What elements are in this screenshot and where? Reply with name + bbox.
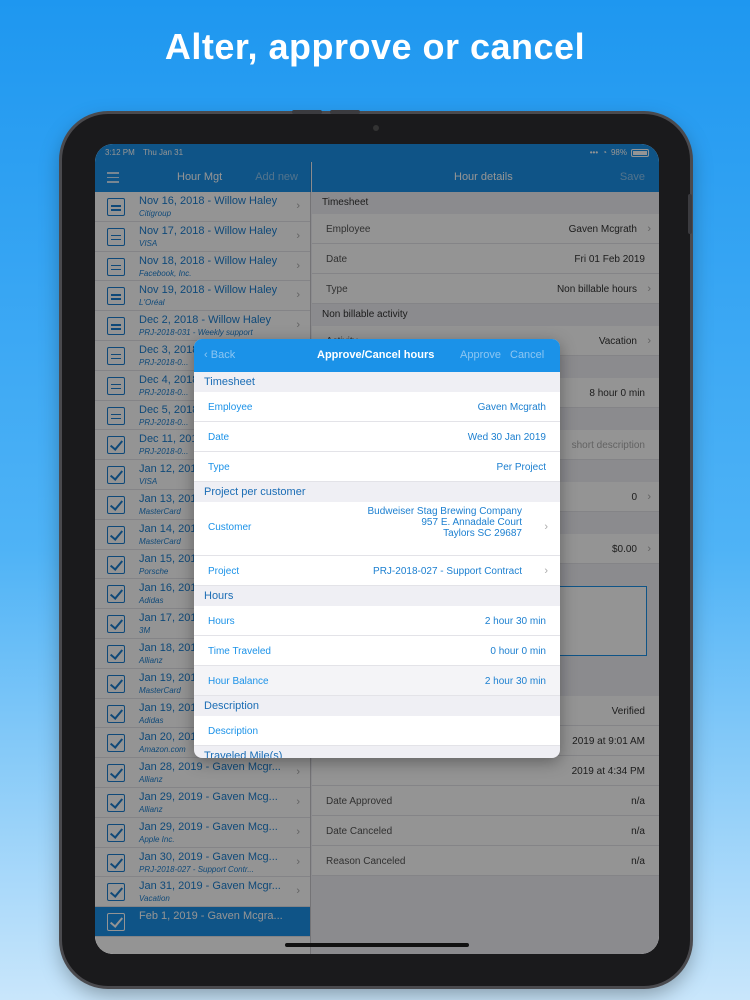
modal-description-label: Description [208, 726, 259, 737]
modal-employee-row: Employee Gaven Mcgrath [194, 392, 560, 422]
modal-type-row: Type Per Project [194, 452, 560, 482]
chevron-right-icon: › [544, 565, 548, 577]
ipad-device-frame: 3:12 PM Thu Jan 31 ••• ◔ 98% Hour Mgt Ad… [62, 110, 692, 986]
camera-dot [373, 125, 379, 131]
chevron-right-icon: › [544, 521, 548, 533]
modal-traveled-header: Traveled Mile(s) [204, 750, 283, 758]
modal-description-row[interactable]: Description [194, 716, 560, 746]
modal-description-header: Description [204, 700, 260, 712]
approve-cancel-modal: ‹ Back Approve/Cancel hours Approve Canc… [194, 339, 560, 758]
volume-button [292, 110, 322, 114]
modal-hours-header: Hours [204, 590, 234, 602]
modal-time-traveled-row: Time Traveled 0 hour 0 min [194, 636, 560, 666]
modal-project-label: Project [208, 566, 240, 577]
modal-ppc-header: Project per customer [204, 486, 306, 498]
modal-date-label: Date [208, 432, 230, 443]
modal-nav-bar: ‹ Back Approve/Cancel hours Approve Canc… [194, 339, 560, 372]
modal-customer-row[interactable]: Customer Budweiser Stag Brewing Company … [194, 502, 560, 556]
modal-project-value: PRJ-2018-027 - Support Contract [373, 566, 522, 577]
customer-name: Budweiser Stag Brewing Company [367, 506, 522, 517]
volume-button-2 [330, 110, 360, 114]
modal-date-value: Wed 30 Jan 2019 [467, 432, 546, 443]
modal-project-row[interactable]: Project PRJ-2018-027 - Support Contract … [194, 556, 560, 586]
modal-hours-label: Hours [208, 616, 235, 627]
modal-customer-label: Customer [208, 522, 252, 533]
back-button[interactable]: ‹ Back [204, 349, 235, 361]
customer-city: Taylors SC 29687 [443, 528, 522, 539]
power-button [688, 194, 692, 234]
modal-time-traveled-value: 0 hour 0 min [490, 646, 546, 657]
headline: Alter, approve or cancel [164, 26, 586, 67]
modal-customer-value: Budweiser Stag Brewing Company 957 E. An… [367, 506, 522, 539]
modal-type-value: Per Project [496, 462, 546, 473]
modal-title: Approve/Cancel hours [317, 349, 435, 361]
modal-hours-value: 2 hour 30 min [484, 616, 546, 627]
app-screen: 3:12 PM Thu Jan 31 ••• ◔ 98% Hour Mgt Ad… [95, 144, 659, 954]
modal-employee-label: Employee [208, 402, 253, 413]
modal-time-traveled-label: Time Traveled [208, 646, 271, 657]
back-label: Back [210, 349, 236, 361]
customer-street: 957 E. Annadale Court [421, 517, 522, 528]
modal-hour-balance-label: Hour Balance [208, 676, 269, 687]
modal-type-label: Type [208, 462, 230, 473]
modal-hour-balance-row: Hour Balance 2 hour 30 min [194, 666, 560, 696]
cancel-button[interactable]: Cancel [510, 349, 544, 361]
home-indicator [285, 943, 469, 947]
modal-hour-balance-value: 2 hour 30 min [484, 676, 546, 687]
chevron-left-icon: ‹ [204, 349, 211, 361]
approve-button[interactable]: Approve [460, 349, 501, 361]
modal-timesheet-header: Timesheet [204, 376, 255, 388]
modal-employee-value: Gaven Mcgrath [477, 402, 546, 413]
modal-hours-row: Hours 2 hour 30 min [194, 606, 560, 636]
modal-date-row: Date Wed 30 Jan 2019 [194, 422, 560, 452]
